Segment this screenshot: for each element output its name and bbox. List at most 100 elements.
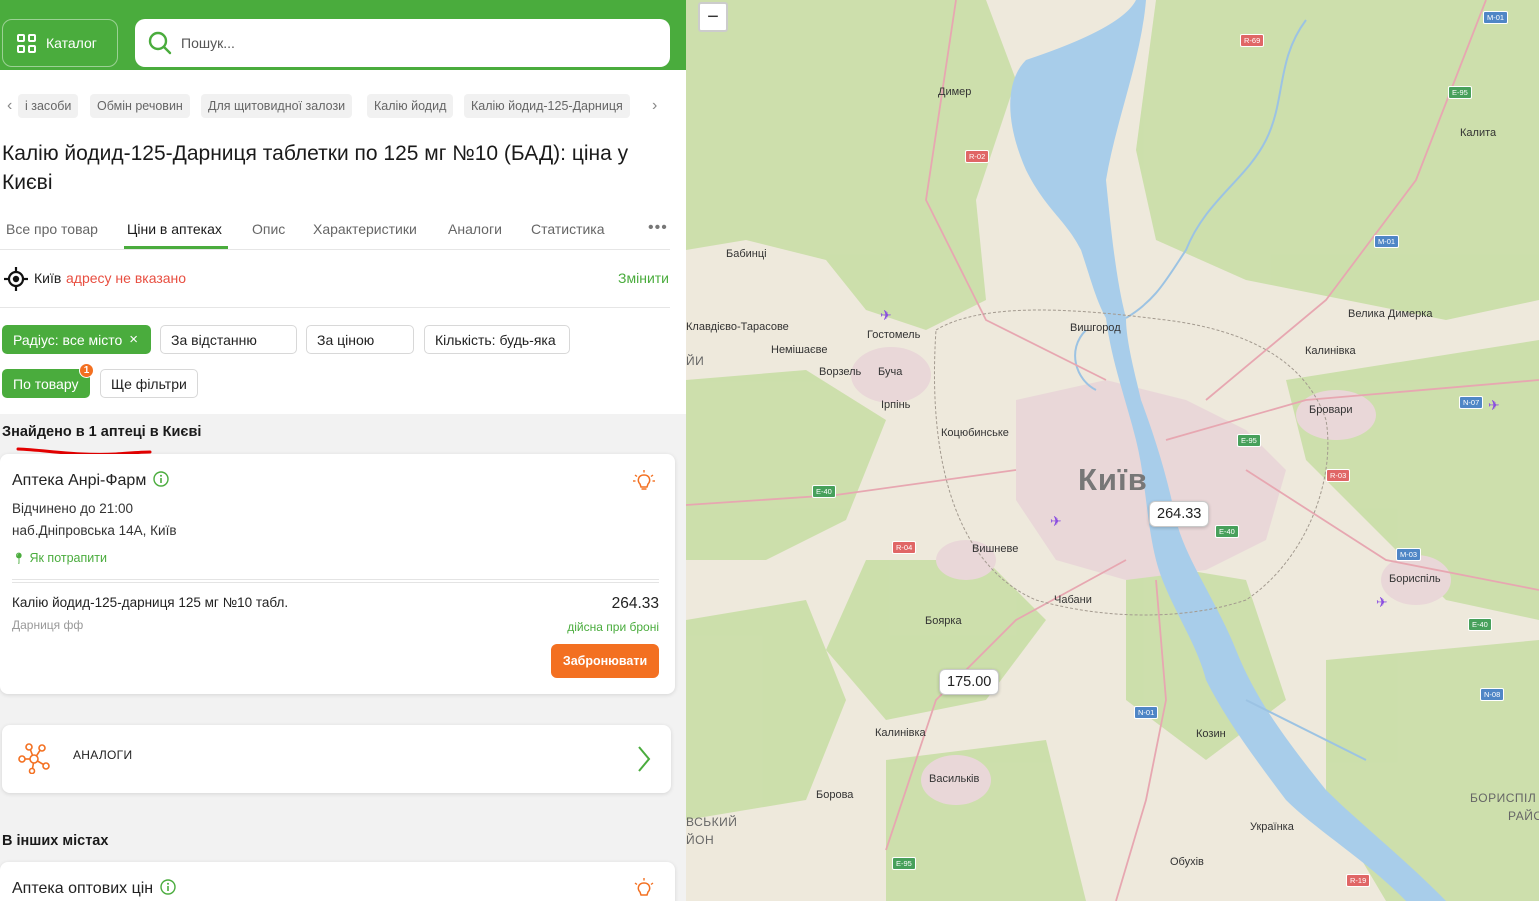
- map-place-label: Велика Димерка: [1348, 308, 1433, 320]
- price-note: дійсна при броні: [567, 620, 659, 634]
- map-pin-icon: 📍︎: [12, 553, 26, 565]
- info-icon[interactable]: [159, 879, 176, 895]
- location-target-icon: [4, 267, 28, 291]
- road-shield: R-04: [892, 541, 917, 554]
- tabs-bar: Все про товар Ціни в аптеках Опис Характ…: [0, 212, 670, 250]
- zoom-out-button[interactable]: −: [698, 2, 728, 32]
- lightbulb-icon[interactable]: [633, 878, 655, 900]
- location-city: Київ: [34, 270, 62, 286]
- map-place-label: Українка: [1250, 821, 1294, 833]
- pharmacy-name: Аптека Анрі-Фарм: [12, 471, 169, 490]
- tab-description[interactable]: Опис: [252, 221, 285, 237]
- breadcrumb-item[interactable]: і засоби: [18, 94, 79, 118]
- road-shield: R-69: [1240, 34, 1265, 47]
- breadcrumb-item[interactable]: Калію йодид: [367, 94, 454, 118]
- tab-analogs[interactable]: Аналоги: [448, 221, 502, 237]
- breadcrumb-item[interactable]: Для щитовидної залози: [201, 94, 353, 118]
- map-place-label: Калинівка: [875, 727, 926, 739]
- map-place-label: Козин: [1196, 728, 1226, 740]
- breadcrumb-next-icon[interactable]: ›: [652, 97, 657, 115]
- location-bar: Київ адресу не вказано Змінити: [0, 258, 670, 308]
- airport-icon: ✈: [1488, 397, 1500, 413]
- map-place-label: Калинівка: [1305, 345, 1356, 357]
- analogs-card[interactable]: АНАЛОГИ: [2, 725, 671, 793]
- map-price-pin[interactable]: 264.33: [1149, 501, 1210, 527]
- molecule-icon: [18, 743, 50, 774]
- change-location-link[interactable]: Змінити: [618, 270, 669, 286]
- sort-distance-chip[interactable]: За відстанню: [160, 325, 297, 354]
- search-box[interactable]: [135, 19, 670, 67]
- map-canvas: [686, 0, 1539, 901]
- breadcrumb-prev-icon[interactable]: ‹: [7, 97, 12, 115]
- map-district-label: БОРИСПІЛ: [1470, 791, 1537, 805]
- product-name: Калію йодид-125-дарниця 125 мг №10 табл.: [12, 595, 289, 610]
- lightbulb-icon[interactable]: [633, 470, 655, 492]
- tab-prices[interactable]: Ціни в аптеках: [127, 221, 222, 237]
- road-shield: M-03: [1396, 548, 1422, 561]
- map-district-label: ЙОН: [686, 833, 715, 847]
- product-price: 264.33: [611, 595, 659, 612]
- close-icon[interactable]: ×: [129, 331, 138, 348]
- pharmacy-card[interactable]: Аптека оптових цін: [0, 862, 675, 901]
- map-price-pin[interactable]: 175.00: [939, 669, 1000, 695]
- site-header: Каталог: [0, 0, 686, 70]
- chevron-right-icon[interactable]: [637, 745, 651, 773]
- map-place-label: Васильків: [929, 773, 980, 785]
- road-shield: E-40: [1215, 525, 1239, 538]
- pharmacy-card[interactable]: Аптека Анрі-Фарм Відчинено до 21:00 наб.…: [0, 454, 675, 694]
- road-shield: N-01: [1134, 706, 1159, 719]
- radius-filter-chip[interactable]: Радіус: все місто ×: [2, 325, 151, 354]
- tab-statistics[interactable]: Статистика: [531, 221, 605, 237]
- map-place-label: Калита: [1460, 127, 1497, 139]
- catalog-button[interactable]: Каталог: [2, 19, 118, 67]
- road-shield: E-95: [1448, 86, 1472, 99]
- catalog-label: Каталог: [46, 35, 97, 51]
- map-view[interactable]: Димер Калита Бабинці Клавдієво-Тарасове …: [686, 0, 1539, 901]
- map-place-label: Коцюбинське: [941, 427, 1009, 439]
- reserve-button[interactable]: Забронювати: [551, 644, 659, 678]
- tab-characteristics[interactable]: Характеристики: [313, 221, 417, 237]
- map-district-label: ЙИ: [686, 354, 705, 368]
- map-place-label: Димер: [938, 86, 972, 98]
- filter-count-badge: 1: [79, 363, 94, 378]
- pharmacy-address: наб.Дніпровська 14А, Київ: [12, 523, 177, 538]
- more-filters-chip[interactable]: Ще фільтри: [100, 369, 198, 398]
- location-warning: адресу не вказано: [66, 270, 187, 286]
- map-place-label: Чабани: [1054, 594, 1092, 606]
- tab-all-about[interactable]: Все про товар: [6, 221, 98, 237]
- card-divider: [12, 579, 659, 583]
- airport-icon: ✈: [880, 307, 892, 323]
- info-icon[interactable]: [153, 471, 169, 487]
- map-place-label: Боярка: [925, 615, 962, 627]
- road-shield: E-95: [892, 857, 916, 870]
- product-maker: Дарниця фф: [12, 618, 84, 632]
- breadcrumb-item[interactable]: Обмін речовин: [90, 94, 190, 118]
- map-place-label: Обухів: [1170, 856, 1204, 868]
- pharmacy-hours: Відчинено до 21:00: [12, 501, 134, 516]
- by-product-chip[interactable]: По товару: [2, 369, 90, 398]
- sort-price-chip[interactable]: За ціною: [306, 325, 414, 354]
- breadcrumb-item[interactable]: Калію йодид-125-Дарниця: [464, 94, 630, 118]
- page-title: Калію йодид-125-Дарниця таблетки по 125 …: [2, 142, 629, 194]
- road-shield: R-19: [1346, 874, 1371, 887]
- route-link[interactable]: 📍︎ Як потрапити: [12, 551, 107, 565]
- analogs-label: АНАЛОГИ: [73, 748, 133, 762]
- map-place-label: Борова: [816, 789, 854, 801]
- map-place-label: Буча: [878, 366, 903, 378]
- breadcrumb: ‹ і засоби Обмін речовин Для щитовидної …: [0, 92, 686, 120]
- radius-filter-label: Радіус: все місто: [13, 331, 123, 348]
- catalog-grid-icon: [17, 33, 36, 53]
- map-place-label: Ворзель: [819, 366, 862, 378]
- other-cities-title: В інших містах: [2, 833, 109, 849]
- more-tabs-icon[interactable]: •••: [648, 219, 668, 237]
- road-shield: N-08: [1480, 688, 1505, 701]
- search-input[interactable]: [181, 35, 621, 51]
- road-shield: E-40: [1468, 618, 1492, 631]
- quantity-filter-chip[interactable]: Кількість: будь-яка: [424, 325, 570, 354]
- map-district-label: ВСЬКИЙ: [686, 815, 738, 829]
- map-place-label: Ірпінь: [881, 399, 911, 411]
- left-panel: Каталог ‹ і засоби Обмін речовин Для щит…: [0, 0, 686, 901]
- map-city-label: Київ: [1078, 462, 1148, 497]
- pharmacy-name: Аптека оптових цін: [12, 879, 176, 898]
- map-district-label: РАЙО: [1508, 809, 1539, 823]
